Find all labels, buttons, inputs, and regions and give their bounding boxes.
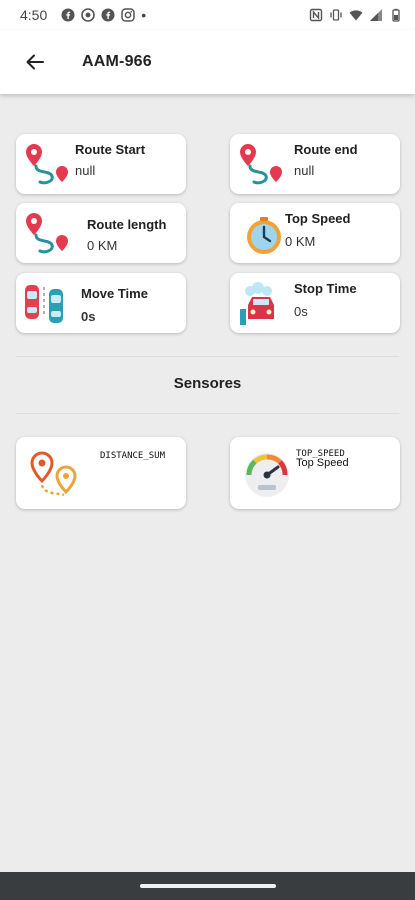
route-icon (240, 144, 282, 185)
back-button[interactable] (18, 45, 52, 79)
page-title: AAM-966 (82, 53, 152, 70)
notification-dot: • (141, 7, 147, 23)
home-gesture-handle[interactable] (140, 884, 276, 888)
route-icon (26, 144, 68, 185)
route-start-label: Route Start (75, 142, 146, 157)
route-end-label: Route end (294, 142, 358, 157)
facebook-icon (61, 8, 75, 22)
divider (16, 413, 399, 414)
arrow-back-icon (26, 54, 44, 70)
distance-pins-icon (30, 451, 77, 497)
system-navigation-bar (0, 872, 415, 900)
divider (16, 356, 399, 357)
move-time-label: Move Time (81, 286, 148, 301)
nfc-icon (309, 8, 323, 22)
stop-time-label: Stop Time (294, 281, 357, 296)
speedometer-icon (245, 453, 289, 497)
vibrate-icon (330, 9, 342, 21)
cars-icon (25, 285, 63, 323)
top-speed-label: Top Speed (285, 211, 351, 226)
move-time-card[interactable]: Move Time 0s (16, 273, 186, 333)
route-icon (26, 213, 68, 254)
move-time-value: 0s (81, 309, 96, 324)
battery-icon (392, 8, 400, 22)
stop-time-value: 0s (294, 304, 308, 319)
facebook-icon (101, 8, 115, 22)
status-bar: 4:50 • (0, 0, 415, 30)
sensor-code: DISTANCE_SUM (100, 451, 166, 461)
clock-icon (247, 217, 281, 254)
route-length-card[interactable]: Route length 0 KM (16, 203, 186, 263)
route-start-value: null (75, 163, 96, 178)
app-bar: AAM-966 (0, 30, 415, 94)
route-end-card[interactable]: Route end null (230, 134, 400, 194)
status-time: 4:50 (20, 7, 48, 23)
camera-target-icon (81, 8, 96, 22)
route-end-value: null (294, 163, 315, 178)
sensor-card-distance[interactable]: DISTANCE_SUM (16, 437, 186, 509)
top-speed-card[interactable]: Top Speed 0 KM (230, 203, 400, 263)
sensor-card-top-speed[interactable]: TOP_SPEED Top Speed (230, 437, 400, 509)
instagram-icon (121, 8, 135, 22)
sensor-subtitle: Top Speed (296, 457, 349, 469)
route-start-card[interactable]: Route Start null (16, 134, 186, 194)
stop-time-card[interactable]: Stop Time 0s (230, 273, 400, 333)
car-wash-icon (240, 282, 274, 325)
signal-icon (370, 9, 382, 21)
route-length-label: Route length (87, 217, 167, 232)
top-speed-value: 0 KM (285, 234, 316, 249)
wifi-icon (349, 10, 363, 21)
route-length-value: 0 KM (87, 238, 118, 253)
sensors-section-title: Sensores (173, 375, 242, 392)
